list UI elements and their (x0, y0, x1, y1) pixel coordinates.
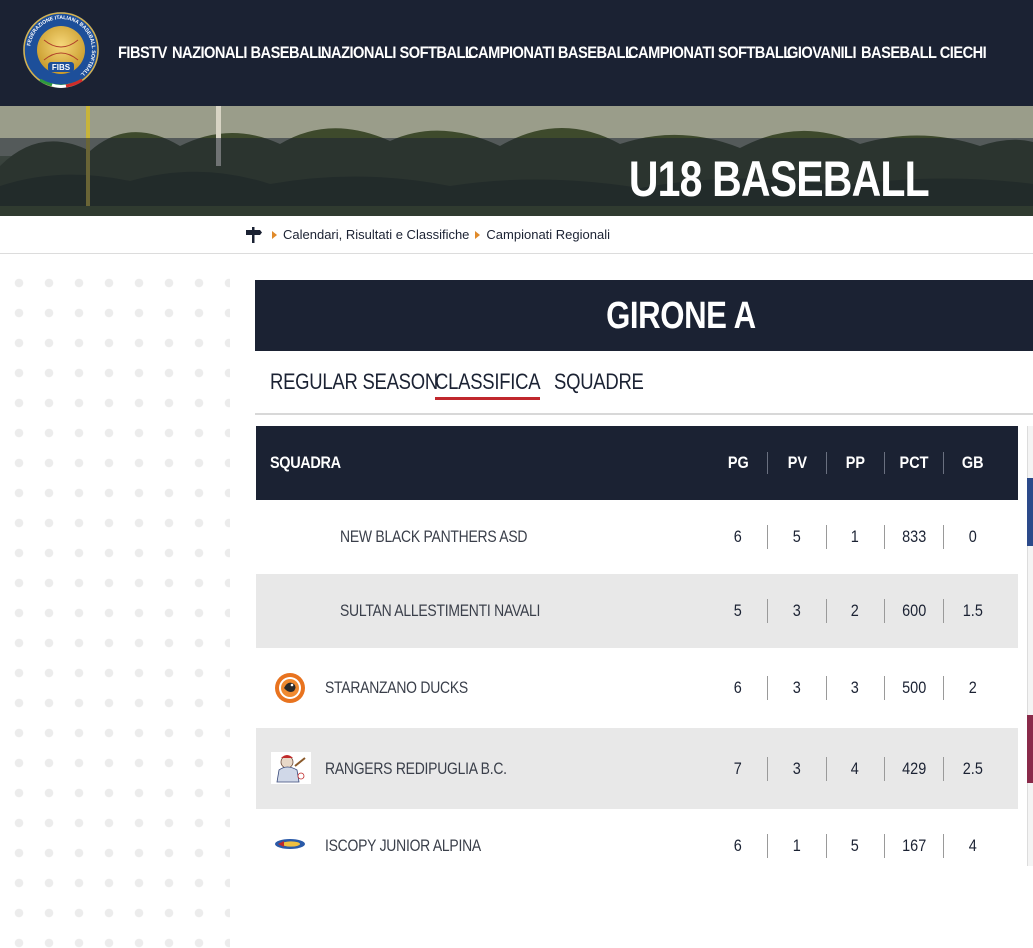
group-header: GIRONE A (255, 280, 1033, 351)
cell-pct: 500 (901, 678, 927, 697)
tab-regular-season[interactable]: REGULAR SEASON (270, 369, 438, 395)
tab-squadre[interactable]: SQUADRE (554, 369, 644, 395)
table-row[interactable]: RANGERS REDIPUGLIA B.C. 7 3 4 429 2.5 (256, 728, 1018, 809)
cell-gb: 2.5 (962, 759, 984, 778)
tab-bar: REGULAR SEASON CLASSIFICA SQUADRE (255, 351, 1033, 415)
hero-banner: U18 BASEBALL (0, 106, 1033, 216)
table-row[interactable]: STARANZANO DUCKS 6 3 3 500 2 (256, 648, 1018, 728)
main-nav: FIBSTV NAZIONALI BASEBALL NAZIONALI SOFT… (118, 0, 987, 106)
nav-item-baseball-ciechi[interactable]: BASEBALL CIECHI (861, 43, 987, 63)
table-row[interactable]: ISCOPY JUNIOR ALPINA 6 1 5 167 4 (256, 809, 1018, 885)
column-header-team: SQUADRA (270, 453, 341, 472)
breadcrumb-item-calendari[interactable]: Calendari, Risultati e Classifiche (283, 227, 469, 242)
column-header-pct: PCT (899, 453, 929, 472)
cell-pp: 2 (850, 601, 860, 620)
cell-pv: 5 (792, 527, 802, 546)
cell-pp: 5 (850, 836, 860, 855)
tab-classifica[interactable]: CLASSIFICA (435, 369, 541, 400)
column-header-gb: GB (962, 453, 984, 472)
table-row[interactable]: SULTAN ALLESTIMENTI NAVALI 5 3 2 600 1.5 (256, 574, 1018, 648)
alpina-logo-icon (275, 839, 305, 849)
cell-pct: 600 (901, 601, 927, 620)
top-navbar: FIBS FEDERAZIONE ITALIANA BASEBALL SOFTB… (0, 0, 1033, 106)
svg-text:FIBS: FIBS (52, 63, 71, 72)
cell-pct: 833 (901, 527, 927, 546)
cell-pv: 3 (792, 601, 802, 620)
side-panel-accent-blue (1027, 478, 1033, 546)
breadcrumb-separator-icon (272, 230, 277, 239)
team-name[interactable]: ISCOPY JUNIOR ALPINA (325, 836, 481, 856)
breadcrumb: Calendari, Risultati e Classifiche Campi… (0, 216, 1033, 254)
breadcrumb-item-campionati-regionali[interactable]: Campionati Regionali (486, 227, 610, 242)
cell-pv: 3 (792, 759, 802, 778)
group-title: GIRONE A (606, 295, 756, 337)
table-row[interactable]: NEW BLACK PANTHERS ASD 6 5 1 833 0 (256, 500, 1018, 574)
cell-pg: 7 (733, 759, 743, 778)
team-name[interactable]: SULTAN ALLESTIMENTI NAVALI (340, 601, 540, 621)
nav-item-campionati-baseball[interactable]: CAMPIONATI BASEBALL (468, 43, 634, 63)
cell-pp: 4 (850, 759, 860, 778)
cell-pg: 6 (733, 836, 743, 855)
nav-item-fibstv[interactable]: FIBSTV (118, 43, 171, 63)
ducks-logo-icon (275, 673, 305, 703)
cell-pg: 6 (733, 678, 743, 697)
cell-pg: 5 (733, 601, 743, 620)
cell-pv: 3 (792, 678, 802, 697)
column-header-pg: PG (727, 453, 749, 472)
column-header-pp: PP (845, 453, 865, 472)
team-name[interactable]: STARANZANO DUCKS (325, 678, 468, 698)
team-name[interactable]: RANGERS REDIPUGLIA B.C. (325, 759, 507, 779)
nav-item-campionati-softball[interactable]: CAMPIONATI SOFTBALL (628, 43, 792, 63)
fibs-logo[interactable]: FIBS FEDERAZIONE ITALIANA BASEBALL SOFTB… (22, 10, 100, 90)
nav-item-nazionali-baseball[interactable]: NAZIONALI BASEBALL (172, 43, 326, 63)
nav-item-giovanili[interactable]: GIOVANILI (787, 43, 858, 63)
table-header: SQUADRA PG PV PP PCT GB (256, 426, 1018, 500)
cell-pct: 167 (901, 836, 927, 855)
cell-pg: 6 (733, 527, 743, 546)
page-title: U18 BASEBALL (629, 151, 930, 207)
nav-item-nazionali-softball[interactable]: NAZIONALI SOFTBALL (321, 43, 474, 63)
cell-gb: 2 (968, 678, 978, 697)
breadcrumb-separator-icon (475, 230, 481, 239)
side-panel-accent-red (1027, 715, 1033, 783)
cell-pct: 429 (901, 759, 927, 778)
rangers-logo-icon (271, 752, 311, 784)
cell-pv: 1 (792, 836, 802, 855)
dotted-background (0, 268, 230, 948)
cell-gb: 0 (968, 527, 978, 546)
cell-pp: 1 (850, 527, 860, 546)
cell-gb: 4 (968, 836, 978, 855)
team-name[interactable]: NEW BLACK PANTHERS ASD (340, 527, 527, 547)
standings-table: SQUADRA PG PV PP PCT GB NEW BLACK PANTHE… (256, 426, 1018, 885)
column-header-pv: PV (787, 453, 807, 472)
cell-gb: 1.5 (962, 601, 984, 620)
cell-pp: 3 (850, 678, 860, 697)
signpost-icon[interactable] (244, 226, 262, 243)
